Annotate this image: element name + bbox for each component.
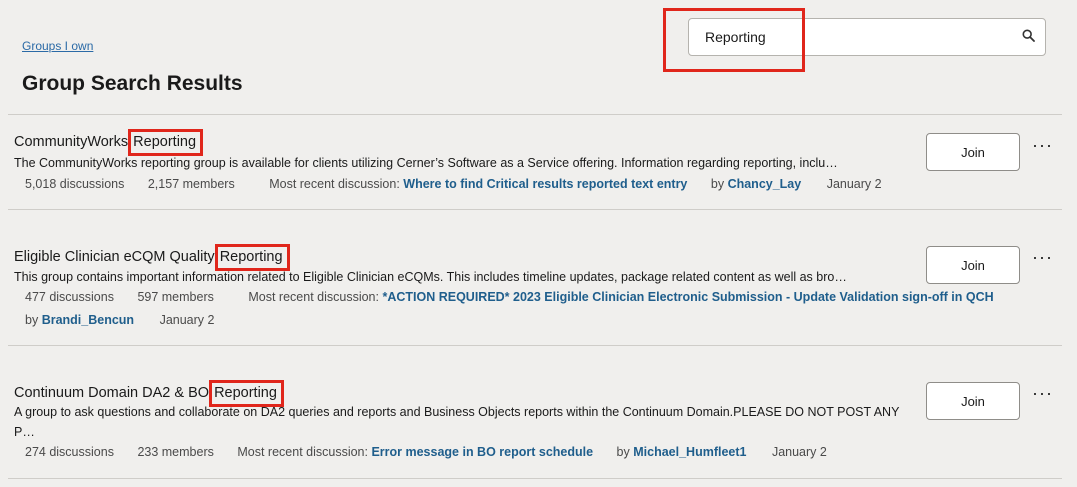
more-options-icon[interactable]: ··· [1032, 384, 1053, 402]
recent-date: January 2 [771, 445, 827, 459]
group-title-text: Eligible Clinician eCQM Quality [14, 249, 219, 265]
divider [8, 209, 1062, 210]
search-input[interactable] [705, 19, 1005, 55]
group-meta: 274 discussions 233 members Most recent … [25, 445, 827, 459]
join-button[interactable]: Join [926, 133, 1020, 171]
page-title: Group Search Results [22, 72, 243, 95]
divider [8, 114, 1062, 115]
group-description: The CommunityWorks reporting group is av… [14, 156, 838, 170]
recent-discussion-label: Most recent discussion: [248, 290, 379, 304]
group-title-text: Continuum Domain DA2 & BO [14, 385, 214, 401]
recent-discussion-label: Most recent discussion: [269, 177, 400, 191]
more-options-icon[interactable]: ··· [1032, 136, 1053, 154]
author-link[interactable]: Chancy_Lay [728, 177, 802, 191]
author-link[interactable]: Brandi_Bencun [42, 313, 134, 327]
recent-discussion-label: Most recent discussion: [237, 445, 368, 459]
discussion-count: 274 discussions [25, 445, 114, 459]
group-title-text: CommunityWorks [14, 134, 133, 150]
group-title[interactable]: CommunityWorks Reporting [14, 129, 204, 156]
recent-date: January 2 [826, 177, 882, 191]
by-label: by [710, 177, 725, 191]
divider [8, 478, 1062, 479]
more-options-icon[interactable]: ··· [1032, 248, 1053, 266]
group-description: This group contains important informatio… [14, 270, 847, 284]
member-count: 597 members [137, 290, 214, 304]
recent-discussion-link[interactable]: Error message in BO report schedule [371, 445, 593, 459]
group-description-continued: P… [14, 425, 35, 439]
by-label: by [25, 313, 39, 327]
discussion-count: 477 discussions [25, 290, 114, 304]
divider [8, 345, 1062, 346]
groups-i-own-link[interactable]: Groups I own [22, 39, 93, 53]
by-label: by [616, 445, 630, 459]
search-box[interactable] [688, 18, 1046, 56]
author-link[interactable]: Michael_Humfleet1 [633, 445, 746, 459]
member-count: 2,157 members [147, 177, 235, 191]
discussion-count: 5,018 discussions [25, 177, 125, 191]
join-button[interactable]: Join [926, 382, 1020, 420]
group-meta: 5,018 discussions 2,157 members Most rec… [25, 177, 882, 191]
member-count: 233 members [137, 445, 214, 459]
recent-date: January 2 [159, 313, 215, 327]
group-title[interactable]: Continuum Domain DA2 & BO Reporting [14, 380, 284, 407]
group-title[interactable]: Eligible Clinician eCQM Quality Reportin… [14, 244, 290, 271]
join-button[interactable]: Join [926, 246, 1020, 284]
group-meta-byline: by Brandi_Bencun January 2 [25, 313, 214, 327]
search-icon[interactable] [1022, 29, 1035, 42]
recent-discussion-link[interactable]: Where to find Critical results reported … [403, 177, 687, 191]
recent-discussion-link[interactable]: *ACTION REQUIRED* 2023 Eligible Clinicia… [382, 290, 993, 304]
group-description: A group to ask questions and collaborate… [14, 405, 900, 419]
group-meta: 477 discussions 597 members Most recent … [25, 290, 994, 304]
